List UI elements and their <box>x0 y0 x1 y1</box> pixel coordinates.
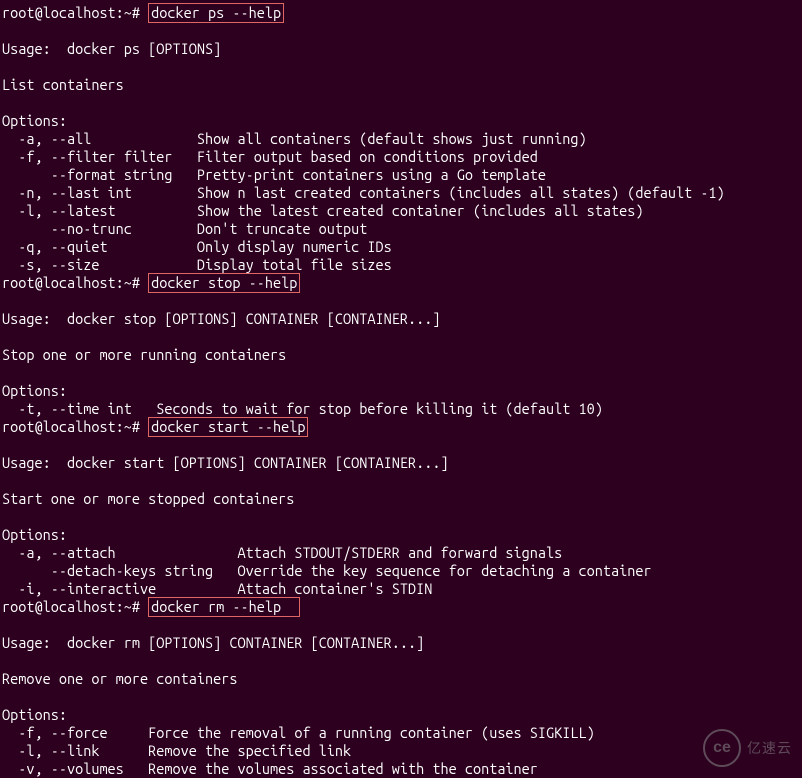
watermark: ce 亿速云 <box>703 729 792 767</box>
watermark-logo-icon: ce <box>703 729 741 767</box>
command-docker-stop-help: docker stop --help <box>148 273 300 293</box>
prompt: root@localhost:~# <box>2 274 148 291</box>
blank-line <box>2 436 10 453</box>
blank-line <box>2 292 10 309</box>
command-docker-rm-help: docker rm --help <box>148 597 300 617</box>
output-docker-stop: Usage: docker stop [OPTIONS] CONTAINER [… <box>2 310 603 417</box>
output-docker-rm: Usage: docker rm [OPTIONS] CONTAINER [CO… <box>2 634 595 777</box>
prompt-line: root@localhost:~# docker start --help <box>2 418 308 435</box>
prompt: root@localhost:~# <box>2 598 148 615</box>
command-docker-start-help: docker start --help <box>148 417 308 437</box>
prompt: root@localhost:~# <box>2 4 148 21</box>
command-docker-ps-help: docker ps --help <box>148 3 284 23</box>
prompt-line: root@localhost:~# docker rm --help <box>2 598 300 615</box>
prompt-line: root@localhost:~# docker ps --help <box>2 4 284 21</box>
blank-line <box>2 616 10 633</box>
output-docker-start: Usage: docker start [OPTIONS] CONTAINER … <box>2 454 652 597</box>
prompt-line: root@localhost:~# docker stop --help <box>2 274 300 291</box>
blank-line <box>2 22 10 39</box>
output-docker-ps: Usage: docker ps [OPTIONS] List containe… <box>2 40 725 273</box>
watermark-text: 亿速云 <box>747 739 792 757</box>
terminal-output[interactable]: root@localhost:~# docker ps --help Usage… <box>2 4 802 778</box>
prompt: root@localhost:~# <box>2 418 148 435</box>
